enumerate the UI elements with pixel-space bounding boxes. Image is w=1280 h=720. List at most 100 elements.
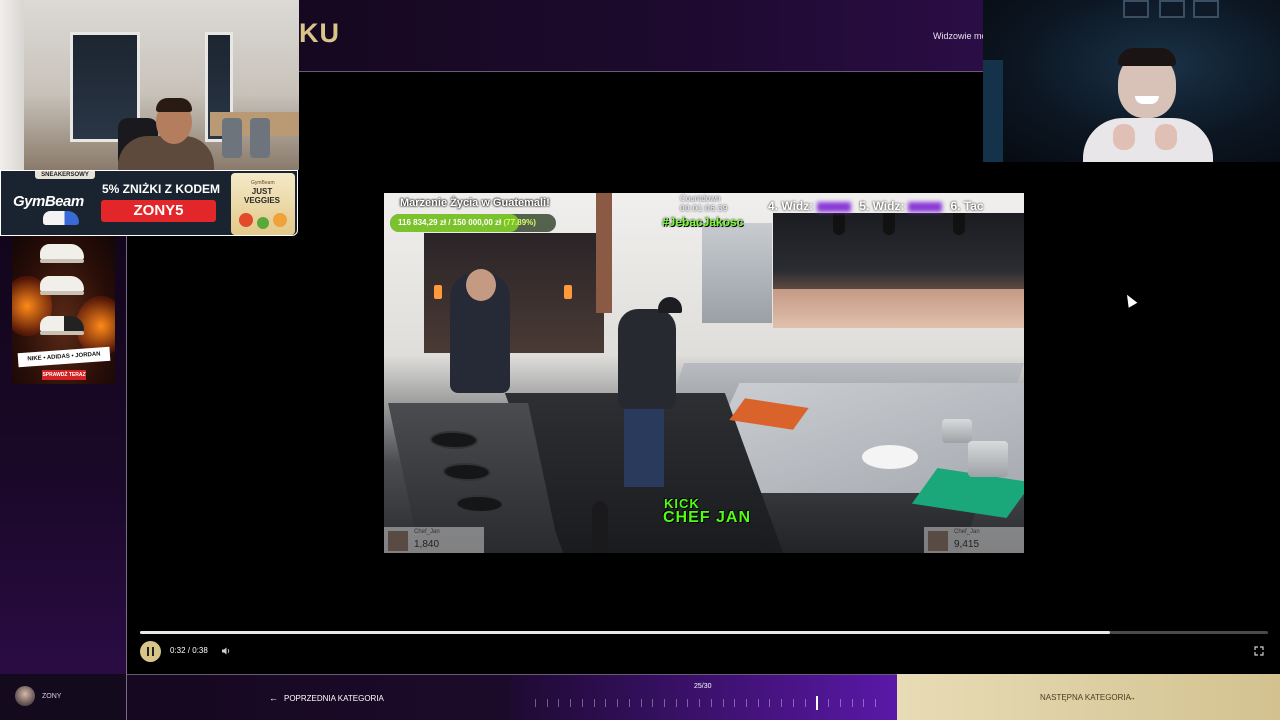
sneaker-sole xyxy=(40,259,84,263)
promo-code: ZONY5 xyxy=(101,200,216,222)
seek-bar[interactable] xyxy=(140,631,1268,634)
wall-frame xyxy=(1193,0,1219,18)
door xyxy=(983,60,1003,162)
sneaker-icon xyxy=(40,276,84,295)
streamer-webcam-left xyxy=(0,0,299,170)
chef-figure xyxy=(618,309,676,409)
bottom-bar: ZONY ← POPRZEDNIA KATEGORIA 25/30 NASTĘP… xyxy=(0,674,1280,720)
stream-hashtag: #JebacJakosc xyxy=(662,215,744,229)
ranking-entry: 5. Widz: xyxy=(859,199,905,213)
category-tick xyxy=(863,699,865,707)
guest-hand xyxy=(1155,124,1177,150)
category-tick xyxy=(769,699,771,707)
category-tick xyxy=(628,699,630,707)
guest-hair xyxy=(1118,48,1176,66)
lamp xyxy=(953,213,965,235)
follow-card: Chef_Jan 9,415 xyxy=(924,527,1024,553)
category-tick xyxy=(546,699,548,707)
category-tick xyxy=(781,699,783,707)
sneaker-icon xyxy=(40,244,84,263)
category-tick xyxy=(839,699,841,707)
username: ZONY xyxy=(42,693,62,700)
pendant-light xyxy=(564,285,572,299)
category-tick xyxy=(851,699,853,707)
category-tick xyxy=(734,699,736,707)
countdown-time: 00:01:06:39 xyxy=(680,204,728,213)
burner xyxy=(453,495,506,513)
category-tick xyxy=(699,699,701,707)
category-tick xyxy=(581,699,583,707)
chef-head xyxy=(466,269,496,301)
tomato-icon xyxy=(239,213,253,227)
promo-text: 5% ZNIŻKI Z KODEM xyxy=(102,182,221,196)
pendant-light xyxy=(434,285,442,299)
category-tick-current xyxy=(816,696,819,710)
sponsor-banner[interactable]: SNEAKERSOWY GymBeam 5% ZNIŻKI Z KODEM ZO… xyxy=(0,170,298,236)
pause-button[interactable] xyxy=(140,641,161,662)
ranking-entry: 6. Tac xyxy=(950,199,984,213)
sneaker-sole xyxy=(40,291,84,295)
countdown-label: Countdown xyxy=(680,194,721,203)
arrow-right-icon: → xyxy=(1127,692,1136,702)
goal-progress-bar: 116 834,29 zł / 150 000,00 zł (77.89%) xyxy=(390,214,556,232)
category-tick xyxy=(687,699,689,707)
pot xyxy=(942,419,972,443)
sneaker-icon xyxy=(43,211,79,225)
category-tick xyxy=(605,699,607,707)
previous-category-label: POPRZEDNIA KATEGORIA xyxy=(284,694,384,703)
wall-frame xyxy=(1159,0,1185,18)
main-video[interactable]: Marzenie Życia w Guatemali! 116 834,29 z… xyxy=(384,193,1024,553)
arrow-left-icon: ← xyxy=(269,693,278,703)
ranking-name-blurred xyxy=(908,201,943,212)
wall-frame xyxy=(1123,0,1149,18)
category-tick xyxy=(675,699,677,707)
follow-count: 1,840 xyxy=(414,539,440,550)
follow-name: Chef_Jan xyxy=(414,529,440,535)
goal-current: 116 834,29 zł xyxy=(398,218,447,227)
curtain xyxy=(0,0,24,170)
plate xyxy=(862,445,918,469)
category-tick xyxy=(535,699,536,707)
lamp xyxy=(833,213,845,235)
stream-inset-camera xyxy=(773,213,1024,328)
next-category-button[interactable]: NASTĘPNA KATEGORIA → xyxy=(897,674,1280,720)
streamer-hair xyxy=(156,98,192,112)
lamp xyxy=(883,213,895,235)
chair xyxy=(250,118,270,158)
burner xyxy=(428,431,480,449)
follow-count: 9,415 xyxy=(954,539,980,550)
sneaker-side-ad[interactable]: NIKE • ADIDAS • JORDAN SPRAWDŹ TERAZ xyxy=(12,236,115,384)
category-tick xyxy=(828,699,830,707)
user-section[interactable]: ZONY xyxy=(0,674,127,720)
next-category-label: NASTĘPNA KATEGORIA xyxy=(1040,693,1131,702)
avatar xyxy=(15,686,35,706)
range-hood xyxy=(702,223,772,323)
product-pack: GymBeam JUST VEGGIES xyxy=(231,173,295,235)
playback-time: 0:32 / 0:38 xyxy=(170,646,208,655)
guest-hand xyxy=(1113,124,1135,150)
app-root: KU Widzowie mog SNEAKERSOWY GymBeam 5% Z… xyxy=(0,0,1280,720)
goal-target: 150 000,00 zł xyxy=(452,218,502,227)
follow-name: Chef_Jan xyxy=(954,529,980,535)
sponsor-tag: SNEAKERSOWY xyxy=(35,171,95,179)
category-tick xyxy=(663,699,665,707)
category-tick xyxy=(558,699,560,707)
category-ticks xyxy=(535,696,876,710)
follow-card: Chef_Jan 1,840 xyxy=(384,527,484,553)
mouse-cursor xyxy=(1122,292,1138,308)
sneaker-cta-button[interactable]: SPRAWDŹ TERAZ xyxy=(42,370,86,380)
category-tick xyxy=(722,699,724,707)
pause-icon xyxy=(147,647,149,656)
seek-progress xyxy=(140,631,1111,634)
previous-category-button[interactable]: ← POPRZEDNIA KATEGORIA xyxy=(127,674,511,720)
guest-body xyxy=(1083,118,1213,162)
viewers-note: Widzowie mog xyxy=(933,31,983,41)
volume-icon[interactable] xyxy=(221,646,231,656)
category-tick xyxy=(593,699,595,707)
product-brand: GymBeam xyxy=(251,180,275,186)
fullscreen-icon[interactable] xyxy=(1254,646,1264,656)
carrot-icon xyxy=(273,213,287,227)
goal-percent: (77.89%) xyxy=(503,218,536,227)
brick-column xyxy=(596,193,612,313)
category-progress: 25/30 xyxy=(511,674,897,720)
